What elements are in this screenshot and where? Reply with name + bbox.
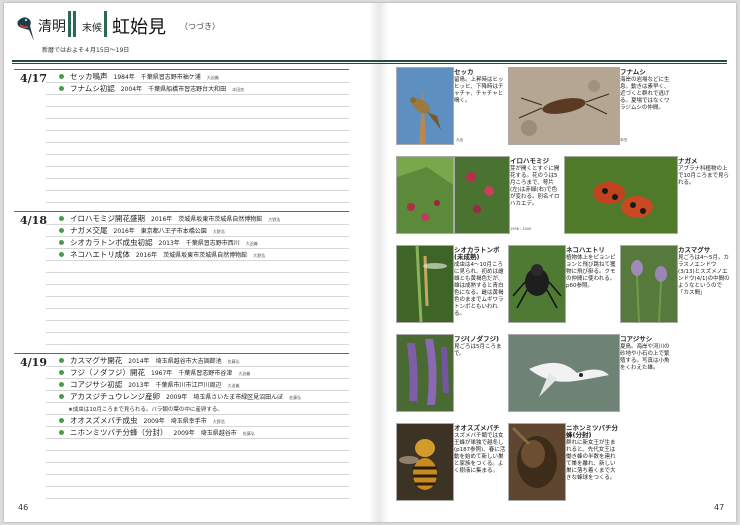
header-rule — [12, 63, 727, 64]
photo-nagame — [564, 156, 678, 234]
day-section-0418: 4/18 イロハモミジ開花盛期 2016年 茨城県坂東市茨城県自然博物館 大野浩… — [14, 211, 349, 353]
bullet-icon — [59, 216, 64, 221]
day-section-0419: 4/19 カスマグサ開花 2014年 埼玉県越谷市大吉調節池 佐藤弘 フジ（ノダ… — [14, 353, 349, 499]
page-number-left: 46 — [18, 503, 29, 512]
card-text-funamushi: フナムシ 海岸の岩場などに生息。動きは素早く、近づくと群れで逃げる。夏場ではなく… — [620, 68, 670, 112]
log-entry: フジ（ノダフジ）開花 1967年 千葉県習志野市谷津 大迫義 — [59, 367, 250, 378]
book-spread: 清明 末候 虹始見 （つづき） 新暦ではおよそ４月15日～19日 4/17 セッ… — [4, 3, 736, 522]
header-divider — [104, 11, 107, 37]
log-entry: オオスズメバチ成虫 2009年 埼玉県幸手市 大野浩 — [59, 415, 225, 426]
card-text-fuji: フジ(ノダフジ) 見ごろは5月ころまで。 — [454, 335, 502, 358]
header-divider — [73, 11, 76, 37]
section-date: 4/19 — [20, 356, 47, 369]
page-header: 清明 末候 虹始見 （つづき） 新暦ではおよそ４月15日～19日 — [4, 3, 736, 58]
log-entry: ニホンミツバチ分蜂（分封） 2009年 埼玉県越谷市 佐藤弘 — [59, 427, 255, 438]
bullet-icon — [59, 86, 64, 91]
photo-funamushi — [508, 67, 620, 145]
swallow-icon — [17, 17, 34, 41]
bullet-icon — [59, 228, 64, 233]
card-text-momiji: イロハモミジ 芽が開くとすぐに開花する。花のうは5月ころまで、萼片(左)は赤緑(… — [510, 157, 560, 208]
photo-momiji-2 — [454, 156, 510, 234]
bullet-icon — [59, 370, 64, 375]
photo-koajisashi — [508, 334, 620, 412]
section-date: 4/18 — [20, 214, 47, 227]
log-entry: カスマグサ開花 2014年 埼玉県越谷市大吉調節池 佐藤弘 — [59, 355, 240, 366]
log-entry: ナガメ交尾 2016年 東京都八王子市本橋公園 大野浩 — [59, 225, 225, 236]
page-number-right: 47 — [714, 503, 725, 512]
photo-mitsubachi — [508, 423, 566, 501]
card-text-mitsubachi: ニホンミツバチ分蜂(分封) 群れに新女王が生まれると、先代女王は働き蜂の半数を連… — [566, 424, 618, 482]
header-rule — [12, 60, 727, 62]
entry-note: ★成虫は10月ころまで見られる。バラ類の葉の中に産卵する。 — [68, 407, 223, 413]
log-entry: コアジサシ初認 2013年 千葉県市川市江戸川周辺 大迫義 — [59, 379, 240, 390]
photo-kasumagusa — [620, 245, 678, 323]
bullet-icon — [59, 240, 64, 245]
photo-sekka — [396, 67, 454, 145]
log-entry: イロハモミジ開花盛期 2016年 茨城県坂東市茨城県自然博物館 大野浩 — [59, 213, 280, 224]
bullet-icon — [59, 394, 64, 399]
card-text-nekohaetori: ネコハエトリ 植物体上をピョンピョンと飛び跳ねて獲物に飛び掛る。クモの仲間に使わ… — [566, 246, 616, 290]
bullet-icon — [59, 74, 64, 79]
log-entry: シオカラトンボ成虫初認 2013年 千葉県習志野市西川 大迫義 — [59, 237, 258, 248]
photo-momiji-1 — [396, 156, 454, 234]
photo-shiokara — [396, 245, 454, 323]
card-text-nagame: ナガメ アブラナ科植物の上で10月ころまで見られる。 — [678, 157, 729, 187]
page-gutter — [369, 3, 389, 522]
card-text-shiokara: シオカラトンボ(未成熟) 成虫は4～10月ころに見られ、初めは雌雄とも黄褐色だが… — [454, 246, 504, 318]
log-entry: ネコハエトリ成体 2016年 茨城県坂東市茨城県自然博物館 大野浩 — [59, 249, 265, 260]
season-name: 清明 — [38, 19, 66, 35]
page-title: 虹始見 — [112, 17, 166, 38]
page-title-sub: （つづき） — [180, 22, 220, 31]
log-entry: フナムシ初認 2004年 千葉県船橋市習志野台大和田 本田良 — [59, 83, 244, 94]
bullet-icon — [59, 430, 64, 435]
log-entry: セッカ鳴声 1984年 千葉県習志野市袖ケ浦 大迫義 — [59, 71, 219, 82]
photo-fuji — [396, 334, 454, 412]
bullet-icon — [59, 418, 64, 423]
bullet-icon — [59, 382, 64, 387]
date-range: 新暦ではおよそ４月15日～19日 — [42, 47, 130, 54]
card-text-koajisashi: コアジサシ 夏鳥。海岸や河川の砂地や小石の上で繁殖する。写真は小魚をくわえた雄。 — [620, 335, 670, 372]
card-text-sekka: セッカ 留鳥。上昇時はヒッヒッヒ、下降時はチャチャ、チャチャと鳴く。 — [454, 68, 504, 105]
card-text-kasumagusa: カスマグサ 見ごろは4～5月。カラスノエンドウ(3/13)とスズメノエンドウ(4… — [678, 246, 730, 297]
bullet-icon — [59, 252, 64, 257]
kou-label: 末候 — [82, 23, 102, 34]
photo-nekohaetori — [508, 245, 566, 323]
header-divider — [68, 11, 71, 37]
photo-oosuzumebachi — [396, 423, 454, 501]
day-section-0417: 4/17 セッカ鳴声 1984年 千葉県習志野市袖ケ浦 大迫義 フナムシ初認 2… — [14, 69, 349, 209]
card-text-oosuzumebachi: オオスズメバチ スズメバチ類では女王蜂が単独で越冬し(p187参照)、春に活動を… — [454, 424, 506, 475]
bullet-icon — [59, 358, 64, 363]
log-entry: アカスジチュウレンジ産卵 2009年 埼玉県さいたま市緑区見沼田んぼ 佐藤弘 — [59, 391, 301, 402]
section-date: 4/17 — [20, 72, 47, 85]
